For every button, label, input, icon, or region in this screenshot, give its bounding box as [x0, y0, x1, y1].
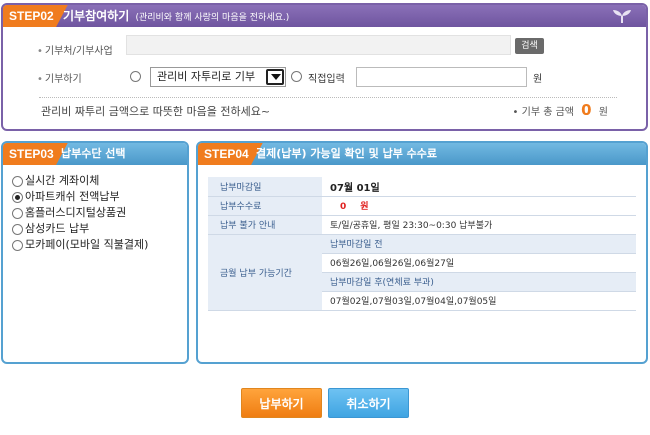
search-button[interactable]: 검색 — [515, 38, 544, 54]
donation-total: • 기부 총 금액 0 원 — [513, 101, 608, 119]
payment-info-table: 납부마감일 07월 01일 납부수수료 0원 납부 불가 안내 토/일/공휴일,… — [208, 177, 636, 311]
unavailable-label: 납부 불가 안내 — [208, 215, 322, 235]
chevron-down-icon[interactable] — [266, 69, 284, 85]
period-label: 금월 납부 가능기간 — [208, 234, 322, 311]
payment-method-list: 실시간 계좌이체 아파트캐쉬 전액납부 홈플러스디지털상품권 삼성카드 납부 모… — [12, 173, 148, 253]
donation-org-label: • 기부처/기부사업 — [37, 42, 113, 57]
payment-method-label: 실시간 계좌이체 — [25, 174, 100, 187]
bullet-icon: • — [37, 46, 43, 57]
table-row: 납부마감일 07월 01일 — [208, 177, 636, 197]
payment-method-item[interactable]: 모카페이(모바일 직불결제) — [12, 237, 148, 253]
unavailable-value: 토/일/공휴일, 평일 23:30~0:30 납부불가 — [322, 215, 636, 235]
step02-badge: STEP02 — [3, 5, 68, 27]
donate-label: • 기부하기 — [37, 70, 82, 85]
radio-button-selected[interactable] — [12, 192, 23, 203]
payment-method-item[interactable]: 홈플러스디지털상품권 — [12, 205, 148, 221]
pay-button[interactable]: 납부하기 — [241, 388, 322, 418]
donation-total-label: 기부 총 금액 — [521, 107, 574, 118]
divider — [39, 97, 617, 98]
table-row: 납부 불가 안내 토/일/공휴일, 평일 23:30~0:30 납부불가 — [208, 215, 636, 235]
donation-org-input[interactable] — [126, 35, 511, 55]
payment-method-title: 납부수단 선택 — [61, 147, 126, 160]
donation-type-select[interactable]: 관리비 자투리로 기부 — [150, 67, 286, 87]
donation-title-text: 기부참여하기 — [63, 9, 130, 23]
radio-select-option[interactable] — [130, 71, 141, 82]
radio-direct-input[interactable] — [291, 71, 302, 82]
donation-title: 기부참여하기 (관리비와 함께 사랑의 마음을 전하세요.) — [63, 5, 289, 29]
won-unit: 원 — [533, 74, 543, 85]
payment-method-label: 삼성카드 납부 — [25, 222, 90, 235]
fee-unit: 원 — [360, 202, 369, 212]
table-row: 납부수수료 0원 — [208, 196, 636, 216]
payment-method-label: 모카페이(모바일 직불결제) — [25, 238, 149, 251]
direct-amount-input[interactable] — [356, 67, 527, 87]
due-date-value: 07월 01일 — [322, 177, 636, 197]
fee-value: 0 — [340, 202, 347, 212]
donation-subtitle: (관리비와 함께 사랑의 마음을 전하세요.) — [135, 13, 290, 23]
donation-panel: STEP02 기부참여하기 (관리비와 함께 사랑의 마음을 전하세요.) • 기… — [1, 3, 648, 131]
after-due-label: 납부마감일 후(연체료 부과) — [322, 272, 636, 292]
payment-info-title: 결제(납부) 가능일 확인 및 납부 수수료 — [256, 147, 438, 160]
payment-method-item[interactable]: 아파트캐쉬 전액납부 — [12, 189, 148, 205]
fee-cell: 0원 — [322, 196, 636, 216]
before-due-label: 납부마감일 전 — [322, 234, 636, 254]
donation-total-value: 0 — [581, 101, 592, 119]
donation-message: 관리비 짜투리 금액으로 따뜻한 마음을 전하세요~ — [41, 105, 271, 118]
donation-total-unit: 원 — [598, 107, 608, 118]
before-due-dates: 06월26일,06월26일,06월27일 — [322, 253, 636, 273]
after-due-dates: 07월02일,07월03일,07월04일,07월05일 — [322, 291, 636, 311]
bullet-icon: • — [512, 107, 519, 118]
donate-label-text: 기부하기 — [44, 74, 82, 85]
donation-panel-header: STEP02 기부참여하기 (관리비와 함께 사랑의 마음을 전하세요.) — [3, 5, 646, 27]
radio-button[interactable] — [12, 224, 23, 235]
payment-method-panel: STEP03 납부수단 선택 실시간 계좌이체 아파트캐쉬 전액납부 홈플러스디… — [1, 141, 189, 364]
direct-input-label: 직접입력 — [308, 74, 345, 85]
due-date-label: 납부마감일 — [208, 177, 322, 197]
payment-method-header: STEP03 납부수단 선택 — [3, 143, 187, 165]
payment-method-item[interactable]: 삼성카드 납부 — [12, 221, 148, 237]
table-row: 금월 납부 가능기간 납부마감일 전 — [208, 234, 636, 311]
cancel-button[interactable]: 취소하기 — [328, 388, 409, 418]
bullet-icon: • — [37, 74, 43, 85]
payment-method-label: 아파트캐쉬 전액납부 — [25, 190, 120, 203]
donation-org-label-text: 기부처/기부사업 — [44, 46, 113, 57]
step04-badge: STEP04 — [198, 143, 263, 165]
radio-button[interactable] — [12, 176, 23, 187]
payment-info-panel: STEP04 결제(납부) 가능일 확인 및 납부 수수료 납부마감일 07월 … — [196, 141, 648, 364]
radio-button[interactable] — [12, 208, 23, 219]
fee-label: 납부수수료 — [208, 196, 322, 216]
payment-info-header: STEP04 결제(납부) 가능일 확인 및 납부 수수료 — [198, 143, 646, 165]
radio-button[interactable] — [12, 240, 23, 251]
step03-badge: STEP03 — [3, 143, 68, 165]
payment-method-label: 홈플러스디지털상품권 — [25, 206, 127, 219]
sprout-icon — [613, 10, 631, 23]
donation-type-value: 관리비 자투리로 기부 — [157, 70, 256, 83]
payment-method-item[interactable]: 실시간 계좌이체 — [12, 173, 148, 189]
